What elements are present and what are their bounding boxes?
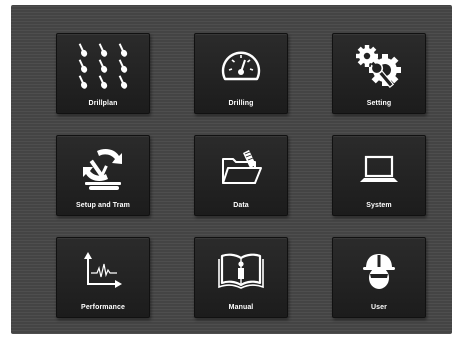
user-label: User	[371, 304, 387, 311]
drillplan-button[interactable]: Drillplan	[56, 33, 150, 114]
system-label: System	[366, 202, 392, 209]
system-button[interactable]: System	[332, 135, 426, 216]
user-button[interactable]: User	[332, 237, 426, 318]
performance-button[interactable]: Performance	[56, 237, 150, 318]
manual-button[interactable]: Manual	[194, 237, 288, 318]
book-info-icon	[195, 244, 287, 298]
setup-and-tram-button[interactable]: Setup and Tram	[56, 135, 150, 216]
laptop-icon	[333, 142, 425, 196]
rig-rotate-icon	[57, 142, 149, 196]
setup-and-tram-label: Setup and Tram	[76, 202, 130, 209]
speedometer-icon	[195, 40, 287, 94]
setting-button[interactable]: Setting	[332, 33, 426, 114]
data-label: Data	[233, 202, 249, 209]
gears-wrench-icon	[333, 40, 425, 94]
performance-label: Performance	[81, 304, 125, 311]
open-folder-icon	[195, 142, 287, 196]
setting-label: Setting	[366, 100, 392, 107]
main-menu-panel: Drillplan Drilling Setting Setup and Tra…	[11, 5, 452, 334]
hardhat-worker-icon	[333, 244, 425, 298]
drilling-button[interactable]: Drilling	[194, 33, 288, 114]
drillplan-label: Drillplan	[88, 100, 118, 107]
drilling-label: Drilling	[228, 100, 254, 107]
drill-bits-grid-icon	[57, 40, 149, 94]
manual-label: Manual	[228, 304, 254, 311]
data-button[interactable]: Data	[194, 135, 288, 216]
chart-axes-icon	[57, 244, 149, 298]
